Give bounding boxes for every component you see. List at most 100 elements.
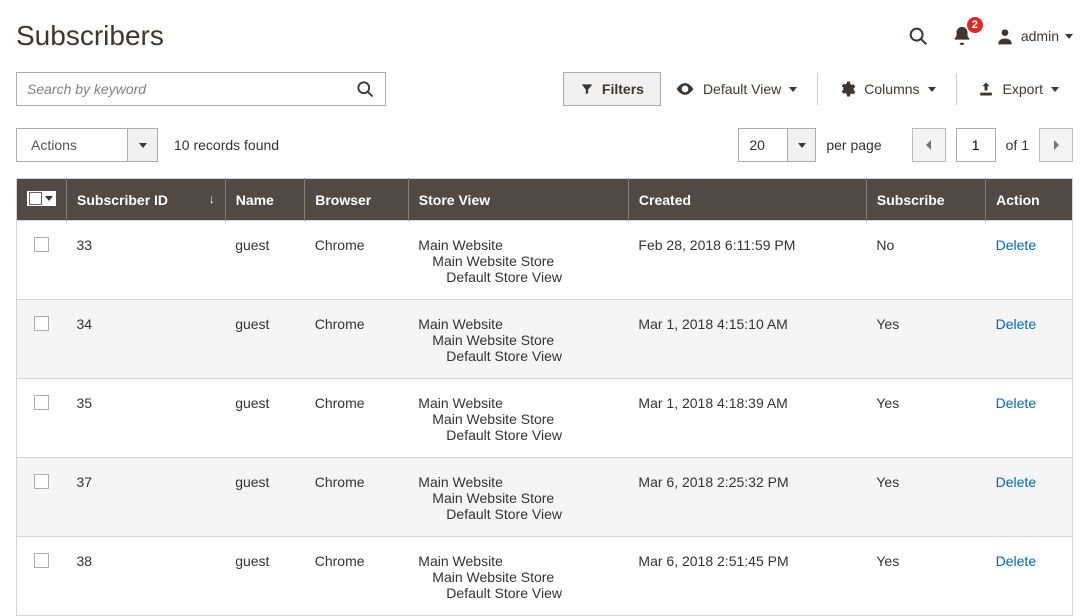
col-subscribe[interactable]: Subscribe (866, 179, 985, 221)
eye-icon (675, 82, 695, 96)
cell-subscriber-id: 34 (67, 300, 226, 379)
cell-subscribe: Yes (866, 300, 985, 379)
col-store-view[interactable]: Store View (408, 179, 628, 221)
cell-subscriber-id: 38 (67, 537, 226, 616)
cell-name: guest (225, 300, 305, 379)
cell-name: guest (225, 458, 305, 537)
cell-created: Mar 6, 2018 2:25:32 PM (628, 458, 866, 537)
filters-button[interactable]: Filters (563, 72, 661, 106)
search-submit-icon[interactable] (355, 79, 375, 99)
row-select[interactable] (17, 537, 67, 616)
row-select[interactable] (17, 379, 67, 458)
delete-link[interactable]: Delete (996, 316, 1036, 332)
separator (817, 73, 818, 105)
delete-link[interactable]: Delete (996, 553, 1036, 569)
chevron-left-icon (924, 139, 934, 151)
cell-created: Mar 1, 2018 4:18:39 AM (628, 379, 866, 458)
notifications-icon[interactable]: 2 (951, 25, 973, 47)
chevron-down-icon (1065, 34, 1073, 39)
cell-subscribe: Yes (866, 458, 985, 537)
chevron-down-icon (127, 129, 157, 161)
table-row[interactable]: 37guestChromeMain WebsiteMain Website St… (17, 458, 1073, 537)
filters-label: Filters (602, 81, 644, 97)
chevron-down-icon (1051, 87, 1059, 92)
cell-subscribe: No (866, 221, 985, 300)
chevron-down-icon (44, 192, 54, 205)
checkbox-icon (34, 553, 49, 568)
cell-store-view: Main WebsiteMain Website StoreDefault St… (408, 537, 628, 616)
col-browser[interactable]: Browser (305, 179, 409, 221)
table-row[interactable]: 34guestChromeMain WebsiteMain Website St… (17, 300, 1073, 379)
table-row[interactable]: 35guestChromeMain WebsiteMain Website St… (17, 379, 1073, 458)
gear-icon (838, 80, 856, 98)
page-title: Subscribers (16, 20, 907, 52)
table-row[interactable]: 38guestChromeMain WebsiteMain Website St… (17, 537, 1073, 616)
columns-button[interactable]: Columns (824, 72, 949, 106)
user-label: admin (1021, 28, 1059, 44)
cell-store-view: Main WebsiteMain Website StoreDefault St… (408, 221, 628, 300)
cell-browser: Chrome (305, 537, 409, 616)
row-select[interactable] (17, 458, 67, 537)
cell-name: guest (225, 221, 305, 300)
checkbox-icon (34, 395, 49, 410)
notifications-badge: 2 (967, 17, 983, 33)
chevron-right-icon (1051, 139, 1061, 151)
page-input[interactable] (956, 128, 996, 162)
header-actions: 2 admin (907, 25, 1073, 47)
col-select-all[interactable] (17, 179, 67, 221)
row-select[interactable] (17, 221, 67, 300)
sort-desc-icon: ↓ (209, 192, 215, 206)
cell-browser: Chrome (305, 221, 409, 300)
cell-subscriber-id: 33 (67, 221, 226, 300)
cell-subscriber-id: 37 (67, 458, 226, 537)
cell-action: Delete (986, 379, 1073, 458)
cell-browser: Chrome (305, 458, 409, 537)
table-row[interactable]: 33guestChromeMain WebsiteMain Website St… (17, 221, 1073, 300)
row-select[interactable] (17, 300, 67, 379)
records-found: 10 records found (174, 137, 279, 153)
perpage-select[interactable]: 20 (738, 128, 816, 162)
cell-browser: Chrome (305, 300, 409, 379)
chevron-down-icon (787, 129, 815, 161)
col-subscriber-id[interactable]: Subscriber ID↓ (67, 179, 226, 221)
chevron-down-icon (928, 87, 936, 92)
col-created[interactable]: Created (628, 179, 866, 221)
cell-store-view: Main WebsiteMain Website StoreDefault St… (408, 300, 628, 379)
view-label: Default View (703, 81, 781, 97)
col-name[interactable]: Name (225, 179, 305, 221)
search-icon[interactable] (907, 25, 929, 47)
delete-link[interactable]: Delete (996, 474, 1036, 490)
separator (956, 73, 957, 105)
user-icon (995, 26, 1015, 46)
delete-link[interactable]: Delete (996, 395, 1036, 411)
next-page-button[interactable] (1039, 128, 1073, 162)
cell-name: guest (225, 379, 305, 458)
user-menu[interactable]: admin (995, 26, 1073, 46)
delete-link[interactable]: Delete (996, 237, 1036, 253)
cell-created: Mar 6, 2018 2:51:45 PM (628, 537, 866, 616)
cell-action: Delete (986, 221, 1073, 300)
export-icon (977, 81, 995, 97)
cell-subscribe: Yes (866, 537, 985, 616)
checkbox-icon (34, 237, 49, 252)
checkbox-icon (29, 192, 42, 205)
cell-subscribe: Yes (866, 379, 985, 458)
table-header-row: Subscriber ID↓ Name Browser Store View C… (17, 179, 1073, 221)
subscribers-table: Subscriber ID↓ Name Browser Store View C… (16, 178, 1073, 616)
cell-created: Feb 28, 2018 6:11:59 PM (628, 221, 866, 300)
pagination: 20 per page of 1 (738, 128, 1073, 162)
checkbox-icon (34, 316, 49, 331)
checkbox-icon (34, 474, 49, 489)
page-header: Subscribers 2 admin (16, 0, 1073, 66)
cell-action: Delete (986, 300, 1073, 379)
search-input[interactable] (27, 81, 355, 97)
cell-name: guest (225, 537, 305, 616)
bulk-actions-dropdown[interactable]: Actions (16, 128, 158, 162)
cell-subscriber-id: 35 (67, 379, 226, 458)
prev-page-button[interactable] (912, 128, 946, 162)
toolbar-secondary: Actions 10 records found 20 per page of … (16, 120, 1073, 178)
view-switcher[interactable]: Default View (661, 72, 811, 106)
columns-label: Columns (864, 81, 919, 97)
cell-store-view: Main WebsiteMain Website StoreDefault St… (408, 458, 628, 537)
export-button[interactable]: Export (963, 72, 1073, 106)
